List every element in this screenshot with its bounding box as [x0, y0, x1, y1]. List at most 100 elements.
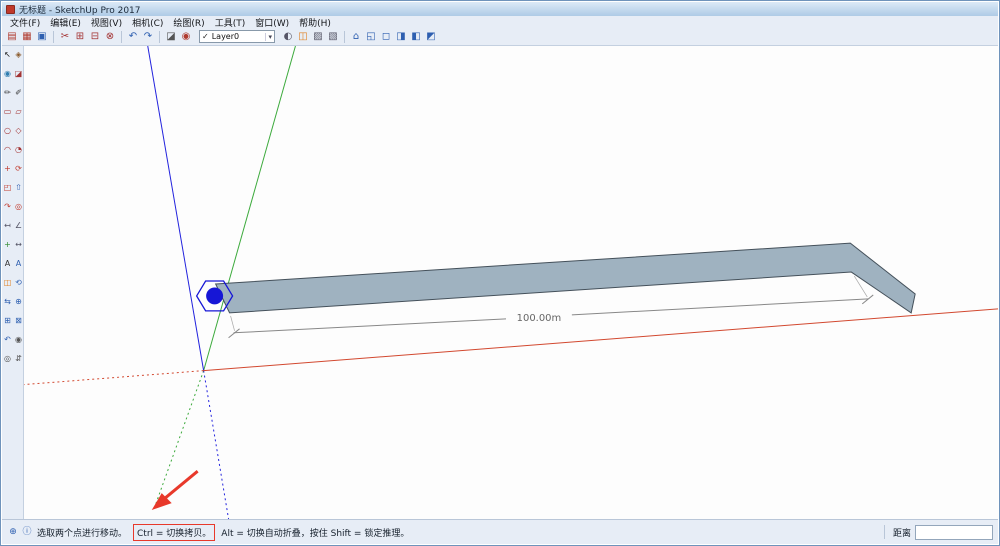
left-view-icon[interactable]: ◩	[424, 30, 438, 44]
right-view-icon[interactable]: ◨	[394, 30, 408, 44]
status-hint-suffix: Alt = 切换自动折叠，按住 Shift = 锁定推理。	[221, 526, 409, 539]
dimension-line-left	[234, 319, 506, 333]
app-icon	[6, 5, 15, 14]
open-icon[interactable]: ▦	[20, 30, 34, 44]
top-toolbar: ▤▦▣ ✂⊞⊟⊗ ↶↷ ◪◉ ✓ Layer0 ▾ ◐◫▨▧ ⌂◱◻◨◧◩	[2, 28, 998, 46]
paint-toolbar-icon[interactable]: ◉	[179, 30, 193, 44]
copy-icon[interactable]: ⊞	[73, 30, 87, 44]
toolbar-separator	[344, 31, 345, 43]
credits-icon[interactable]: ⓘ	[21, 526, 33, 538]
status-bar: ⊕ⓘ 选取两个点进行移动。 Ctrl = 切换拷贝。 Alt = 切换自动折叠，…	[2, 519, 998, 544]
menu-camera[interactable]: 相机(C)	[127, 16, 168, 29]
look-around-tool-icon[interactable]: ◎	[3, 354, 13, 364]
iso-view-icon[interactable]: ⌂	[349, 30, 363, 44]
front-view-icon[interactable]: ◻	[379, 30, 393, 44]
menu-help[interactable]: 帮助(H)	[294, 16, 336, 29]
rectangle-tool-icon[interactable]: ▭	[3, 107, 13, 117]
red-axis	[204, 309, 998, 371]
paint-bucket-icon[interactable]: ◉	[3, 69, 13, 79]
menu-view[interactable]: 视图(V)	[86, 16, 127, 29]
toolbar-left-group: ▤▦▣ ✂⊞⊟⊗ ↶↷ ◪◉	[5, 30, 193, 44]
zoom-window-tool-icon[interactable]: ⊞	[3, 316, 13, 326]
annotation-arrow-shaft	[163, 471, 198, 500]
selected-endpoint-marker[interactable]	[206, 287, 223, 304]
back-view-icon[interactable]: ◧	[409, 30, 423, 44]
red-axis-negative	[24, 371, 204, 385]
pan-tool-icon[interactable]: ⇆	[3, 297, 13, 307]
texture-icon[interactable]: ▨	[311, 30, 325, 44]
menu-window[interactable]: 窗口(W)	[250, 16, 294, 29]
rotate-tool-icon[interactable]: ⟳	[14, 164, 24, 174]
undo-icon[interactable]: ↶	[126, 30, 140, 44]
cut-icon[interactable]: ✂	[58, 30, 72, 44]
follow-me-tool-icon[interactable]: ↷	[3, 202, 13, 212]
arc-tool-icon[interactable]: ◠	[3, 145, 13, 155]
new-icon[interactable]: ▤	[5, 30, 19, 44]
left-tool-palette: ↖◈◉◪✏✐▭▱○◇◠◔+⟳◰⇧↷◎↤∠+↔AA◫⟲⇆⊕⊞⊠↶◉◎⇵	[2, 46, 24, 519]
measurement-label: 距离	[893, 526, 911, 539]
layer-dropdown[interactable]: ✓ Layer0 ▾	[199, 30, 275, 43]
layer-dropdown-value: Layer0	[212, 32, 266, 41]
polygon-tool-icon[interactable]: ◇	[14, 126, 24, 136]
move-tool-icon[interactable]: +	[3, 164, 13, 174]
layer-check-icon: ✓	[202, 32, 209, 41]
dimension-line-right	[572, 299, 868, 315]
freehand-tool-icon[interactable]: ✐	[14, 88, 24, 98]
offset-tool-icon[interactable]: ◎	[14, 202, 24, 212]
toolbar-separator	[121, 31, 122, 43]
push-pull-tool-icon[interactable]: ⇧	[14, 183, 24, 193]
section-plane-tool-icon[interactable]: ◫	[3, 278, 13, 288]
section-plane-icon[interactable]: ◫	[296, 30, 310, 44]
walk-tool-icon[interactable]: ⇵	[14, 354, 24, 364]
pie-tool-icon[interactable]: ◔	[14, 145, 24, 155]
title-bar: 无标题 - SketchUp Pro 2017	[2, 2, 998, 16]
geolocation-icon[interactable]: ⊕	[7, 526, 19, 538]
dimension-label: 100.00m	[517, 313, 562, 324]
previous-view-tool-icon[interactable]: ↶	[3, 335, 13, 345]
blue-axis	[148, 46, 204, 371]
blue-axis-negative	[204, 371, 229, 519]
position-camera-tool-icon[interactable]: ◉	[14, 335, 24, 345]
save-icon[interactable]: ▣	[35, 30, 49, 44]
delete-icon[interactable]: ⊗	[103, 30, 117, 44]
status-hint-prefix: 选取两个点进行移动。	[37, 526, 127, 539]
line-tool-icon[interactable]: ✏	[3, 88, 13, 98]
3d-text-tool-icon[interactable]: A	[14, 259, 24, 269]
tape-measure-tool-icon[interactable]: ↤	[3, 221, 13, 231]
zoom-tool-icon[interactable]: ⊕	[14, 297, 24, 307]
menu-bar: 文件(F)编辑(E)视图(V)相机(C)绘图(R)工具(T)窗口(W)帮助(H)	[2, 16, 998, 28]
redo-icon[interactable]: ↷	[141, 30, 155, 44]
toolbar-separator	[53, 31, 54, 43]
paste-icon[interactable]: ⊟	[88, 30, 102, 44]
select-tool-icon[interactable]: ↖	[3, 50, 13, 60]
axes-tool-icon[interactable]: +	[3, 240, 13, 250]
shadows-icon[interactable]: ◐	[281, 30, 295, 44]
text-tool-icon[interactable]: A	[3, 259, 13, 269]
dimension-tool-icon[interactable]: ↔	[14, 240, 24, 250]
measurement-box[interactable]	[915, 525, 993, 540]
styles-icon[interactable]: ▧	[326, 30, 340, 44]
circle-tool-icon[interactable]: ○	[3, 126, 13, 136]
toolbar-separator	[159, 31, 160, 43]
protractor-tool-icon[interactable]: ∠	[14, 221, 24, 231]
sketchup-window: 无标题 - SketchUp Pro 2017 文件(F)编辑(E)视图(V)相…	[0, 0, 1000, 546]
window-title: 无标题 - SketchUp Pro 2017	[19, 3, 141, 16]
eraser-toolbar-icon[interactable]: ◪	[164, 30, 178, 44]
menu-edit[interactable]: 编辑(E)	[45, 16, 86, 29]
eraser-icon[interactable]: ◪	[14, 69, 24, 79]
dimension-extension-left	[231, 316, 235, 331]
chevron-down-icon: ▾	[265, 33, 272, 41]
orbit-tool-icon[interactable]: ⟲	[14, 278, 24, 288]
green-axis	[204, 46, 296, 371]
make-component-icon[interactable]: ◈	[14, 50, 24, 60]
status-hint-ctrl-highlighted: Ctrl = 切换拷贝。	[133, 524, 215, 541]
menu-draw[interactable]: 绘图(R)	[168, 16, 209, 29]
drawing-canvas[interactable]: 100.00m	[24, 46, 998, 519]
rotated-rectangle-tool-icon[interactable]: ▱	[14, 107, 24, 117]
status-icons: ⊕ⓘ	[7, 526, 33, 538]
scale-tool-icon[interactable]: ◰	[3, 183, 13, 193]
top-view-icon[interactable]: ◱	[364, 30, 378, 44]
menu-file[interactable]: 文件(F)	[5, 16, 45, 29]
zoom-extents-tool-icon[interactable]: ⊠	[14, 316, 24, 326]
menu-tools[interactable]: 工具(T)	[210, 16, 251, 29]
